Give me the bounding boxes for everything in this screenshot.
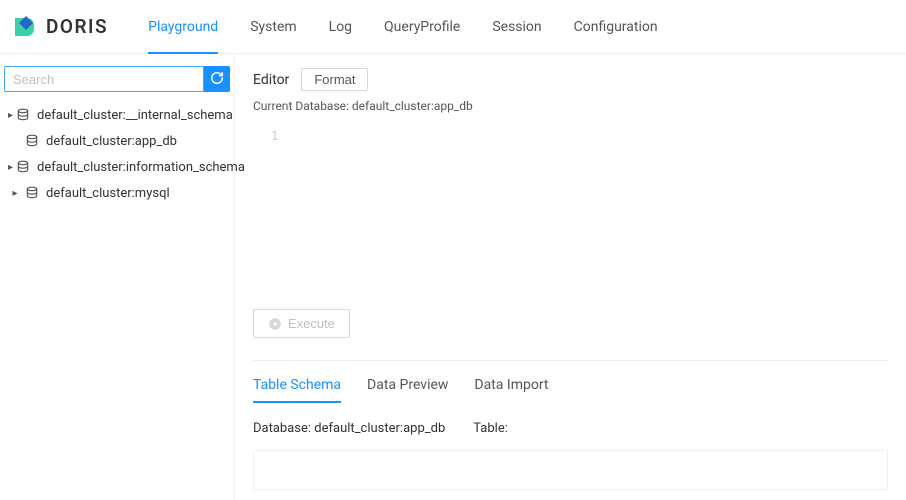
database-icon	[24, 133, 40, 149]
tab-table-schema[interactable]: Table Schema	[253, 377, 341, 403]
logo-text: DORIS	[46, 15, 108, 38]
search-input[interactable]	[4, 66, 204, 92]
caret-right-icon: ▸	[8, 188, 22, 199]
main: Editor Format Current Database: default_…	[235, 54, 906, 500]
tab-data-preview[interactable]: Data Preview	[367, 377, 448, 403]
database-icon	[24, 185, 40, 201]
tree-item[interactable]: default_cluster:app_db	[0, 128, 234, 154]
db-tree: ▸ default_cluster:__internal_schema defa…	[0, 102, 234, 206]
tree-label: default_cluster:app_db	[46, 134, 177, 149]
result-panel	[253, 450, 888, 490]
tree-label: default_cluster:__internal_schema	[37, 108, 233, 123]
tree-label: default_cluster:mysql	[46, 186, 170, 201]
database-label: Database: default_cluster:app_db	[253, 421, 445, 436]
nav-session[interactable]: Session	[476, 0, 557, 54]
search-row	[0, 62, 234, 96]
nav-playground[interactable]: Playground	[132, 0, 234, 54]
result-tabs: Table Schema Data Preview Data Import	[253, 377, 888, 403]
tree-item[interactable]: ▸ default_cluster:__internal_schema	[0, 102, 234, 128]
play-icon	[268, 317, 282, 331]
execute-label: Execute	[288, 316, 335, 331]
sql-editor[interactable]: 1	[253, 121, 888, 301]
caret-right-icon: ▸	[8, 110, 13, 121]
tree-item[interactable]: ▸ default_cluster:information_schema	[0, 154, 234, 180]
execute-button[interactable]: Execute	[253, 309, 350, 338]
tree-label: default_cluster:information_schema	[37, 160, 245, 175]
editor-header: Editor Format	[253, 68, 888, 91]
database-icon	[15, 107, 31, 123]
nav-queryprofile[interactable]: QueryProfile	[368, 0, 476, 54]
format-button[interactable]: Format	[301, 68, 368, 91]
nav-configuration[interactable]: Configuration	[558, 0, 674, 54]
database-icon	[15, 159, 31, 175]
topbar: DORIS Playground System Log QueryProfile…	[0, 0, 906, 54]
line-number: 1	[253, 129, 278, 143]
editor-title: Editor	[253, 72, 289, 88]
sidebar: ▸ default_cluster:__internal_schema defa…	[0, 54, 235, 500]
nav-system[interactable]: System	[234, 0, 312, 54]
logo: DORIS	[12, 14, 108, 40]
tab-data-import[interactable]: Data Import	[474, 377, 548, 403]
divider	[253, 360, 888, 361]
layout: ▸ default_cluster:__internal_schema defa…	[0, 54, 906, 500]
doris-logo-icon	[12, 14, 38, 40]
refresh-icon	[210, 71, 224, 88]
tree-item[interactable]: ▸ default_cluster:mysql	[0, 180, 234, 206]
current-database-label: Current Database: default_cluster:app_db	[253, 99, 888, 113]
info-row: Database: default_cluster:app_db Table:	[253, 421, 888, 436]
nav-log[interactable]: Log	[313, 0, 368, 54]
caret-right-icon: ▸	[8, 162, 13, 173]
table-label: Table:	[473, 421, 508, 436]
nav: Playground System Log QueryProfile Sessi…	[132, 0, 673, 53]
refresh-button[interactable]	[204, 66, 230, 92]
